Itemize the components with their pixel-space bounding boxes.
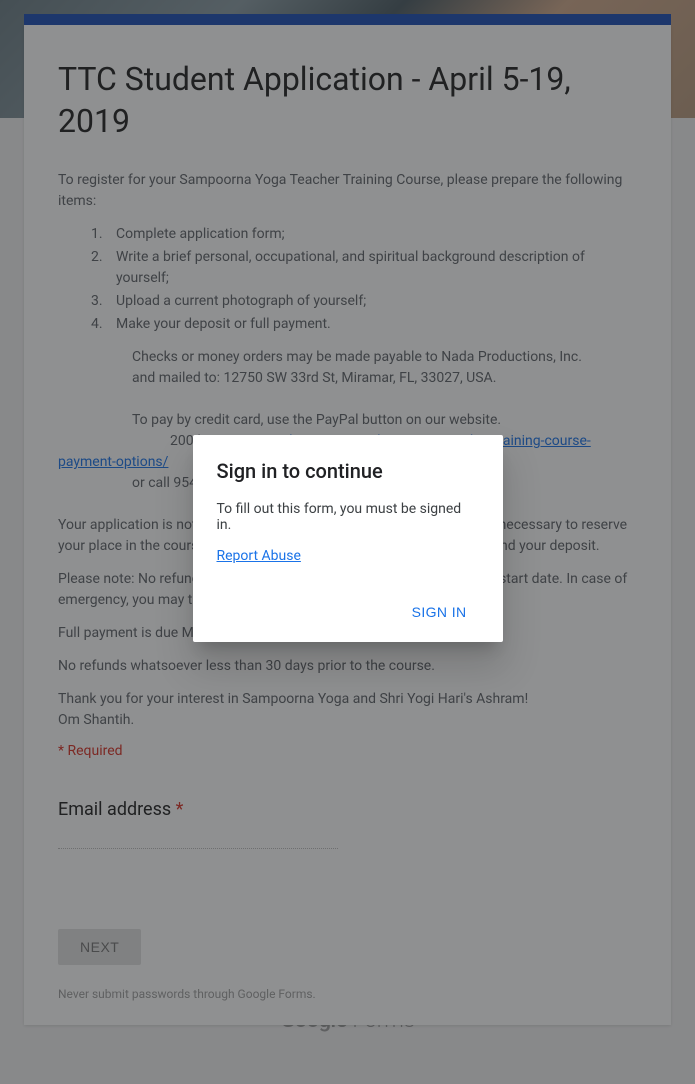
signin-button[interactable]: SIGN IN <box>400 594 479 630</box>
dialog-body: To fill out this form, you must be signe… <box>217 501 479 533</box>
signin-dialog: Sign in to continue To fill out this for… <box>193 435 503 642</box>
report-abuse-link[interactable]: Report Abuse <box>217 548 301 564</box>
dialog-title: Sign in to continue <box>217 459 479 483</box>
